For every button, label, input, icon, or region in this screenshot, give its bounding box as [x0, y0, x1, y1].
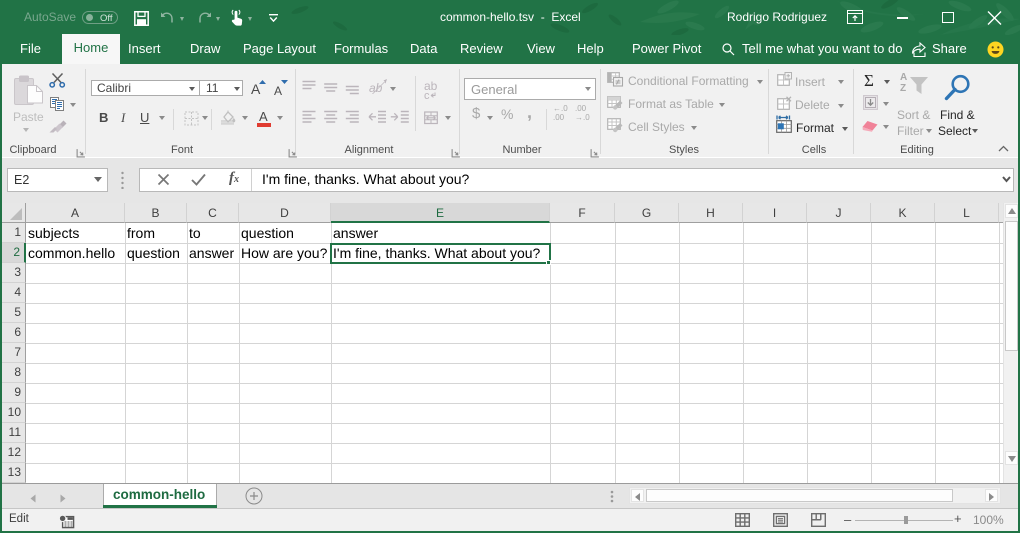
svg-text:ab: ab — [369, 81, 383, 95]
svg-text:c: c — [424, 90, 430, 102]
